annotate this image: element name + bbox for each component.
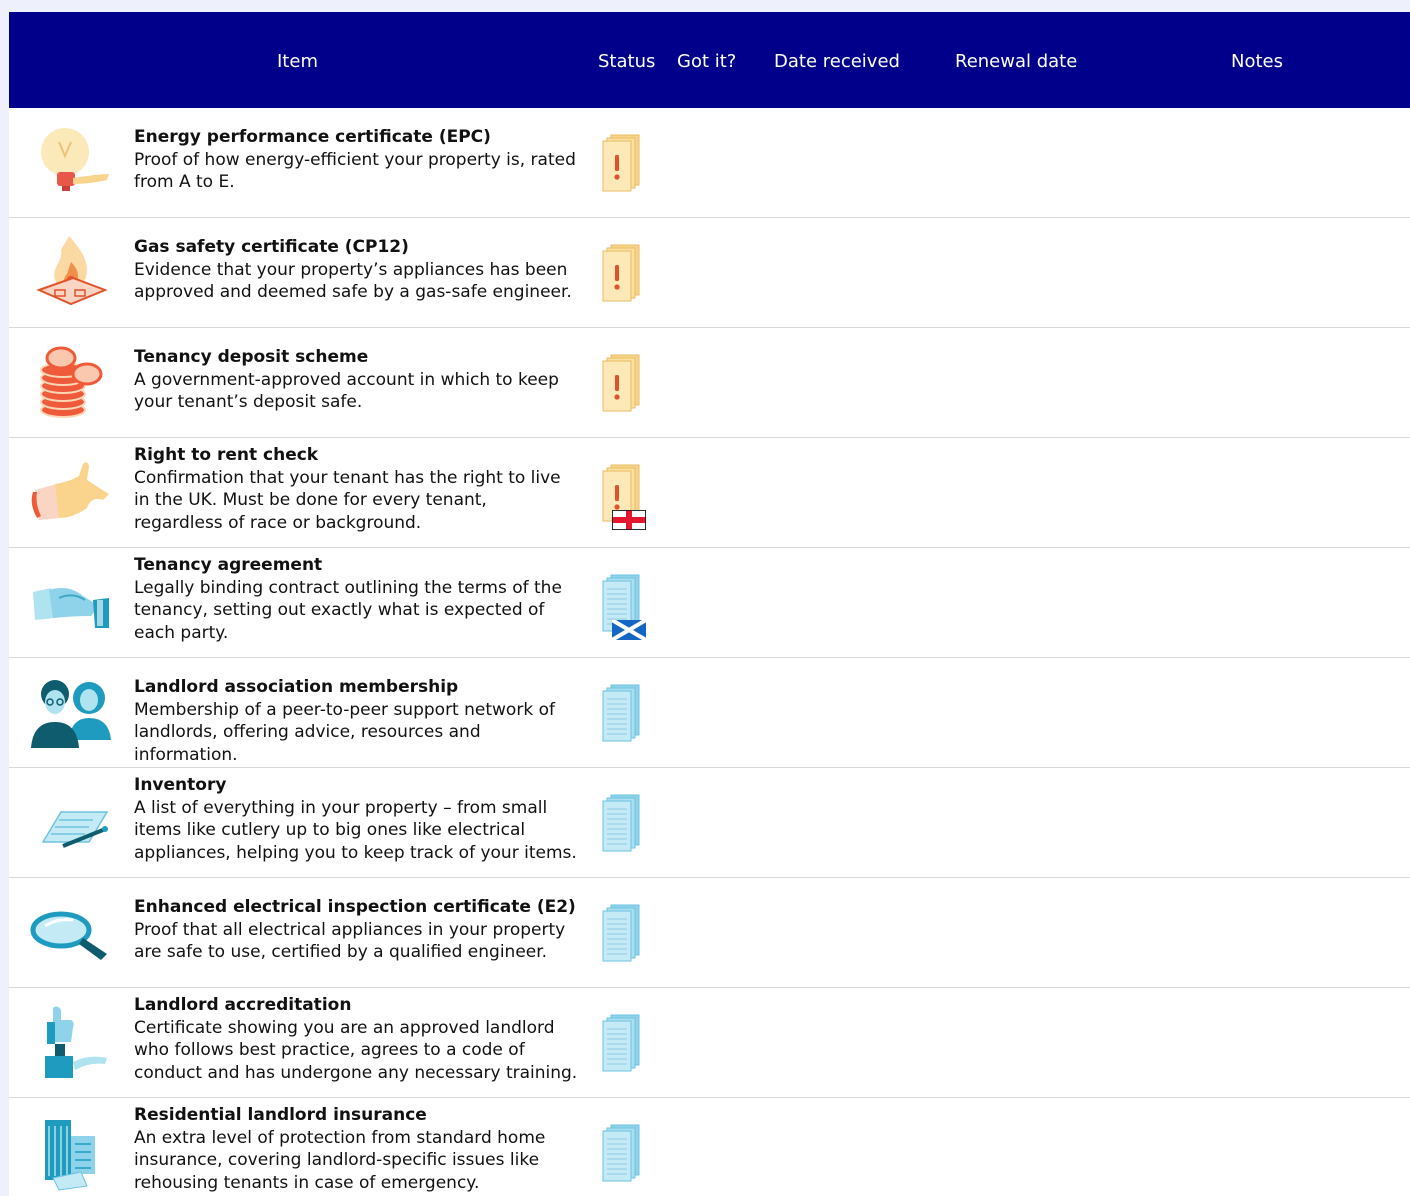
status-ok-icon [597,1013,643,1073]
status-ok-icon [597,793,643,853]
gas-flame-icon [29,232,111,312]
status-warning-icon [597,353,643,413]
table-row: Energy performance certificate (EPC) Pro… [9,108,1410,218]
table-header: Item Status Got it? Date received Renewa… [9,12,1410,108]
thumbs-up-icon [29,1002,111,1082]
table-row: Residential landlord insurance An extra … [9,1098,1410,1196]
row-title: Energy performance certificate (EPC) [134,127,491,147]
status-ok-icon [597,683,643,743]
row-description: Proof that all electrical appliances in … [134,919,566,963]
table-row: Gas safety certificate (CP12) Evidence t… [9,218,1410,328]
row-text: Energy performance certificate (EPC) Pro… [134,126,579,194]
magnifier-icon [29,892,111,972]
lightbulb-icon [29,122,111,202]
row-title: Gas safety certificate (CP12) [134,237,409,257]
row-text: Gas safety certificate (CP12) Evidence t… [134,236,579,304]
header-got-it: Got it? [677,51,737,72]
status-warning-icon [597,243,643,303]
people-icon [29,672,111,752]
row-text: Landlord association membership Membersh… [134,676,579,766]
status-ok-icon [597,1123,643,1183]
header-item: Item [277,51,318,72]
scotland-flag-icon [610,618,648,642]
row-title: Landlord accreditation [134,995,352,1015]
row-description: Proof of how energy-efficient your prope… [134,149,576,193]
checklist-table: Item Status Got it? Date received Renewa… [9,12,1410,1196]
row-text: Residential landlord insurance An extra … [134,1104,579,1194]
checklist-icon [29,782,111,862]
row-text: Inventory A list of everything in your p… [134,774,579,864]
row-title: Residential landlord insurance [134,1105,427,1125]
row-description: Evidence that your property’s appliances… [134,259,572,303]
row-text: Tenancy deposit scheme A government-appr… [134,346,579,414]
table-row: Enhanced electrical inspection certifica… [9,878,1410,988]
status-ok-icon [597,903,643,963]
england-flag-icon [611,509,647,531]
row-description: Membership of a peer-to-peer support net… [134,699,555,765]
handshake-icon [29,562,111,642]
row-description: An extra level of protection from standa… [134,1127,546,1193]
table-row: Inventory A list of everything in your p… [9,768,1410,878]
table-row: Right to rent check Confirmation that yo… [9,438,1410,548]
row-description: A government-approved account in which t… [134,369,559,413]
hand-icon [29,452,111,532]
table-row: Tenancy deposit scheme A government-appr… [9,328,1410,438]
row-title: Tenancy deposit scheme [134,347,369,367]
row-description: A list of everything in your property – … [134,797,577,863]
row-text: Tenancy agreement Legally binding contra… [134,554,579,644]
coins-icon [29,342,111,422]
row-title: Right to rent check [134,445,319,465]
status-warning-icon [597,133,643,193]
row-description: Confirmation that your tenant has the ri… [134,467,561,533]
row-description: Legally binding contract outlining the t… [134,577,562,643]
buildings-icon [29,1112,111,1192]
row-text: Enhanced electrical inspection certifica… [134,896,579,964]
table-row: Landlord accreditation Certificate showi… [9,988,1410,1098]
row-description: Certificate showing you are an approved … [134,1017,578,1083]
header-renewal-date: Renewal date [955,51,1078,72]
table-row: Tenancy agreement Legally binding contra… [9,548,1410,658]
header-notes: Notes [1231,51,1283,72]
row-title: Inventory [134,775,227,795]
header-date-received: Date received [774,51,900,72]
row-text: Landlord accreditation Certificate showi… [134,994,579,1084]
header-status: Status [598,51,656,72]
table-row: Landlord association membership Membersh… [9,658,1410,768]
row-title: Enhanced electrical inspection certifica… [134,897,576,917]
row-text: Right to rent check Confirmation that yo… [134,444,579,534]
row-title: Tenancy agreement [134,555,323,575]
row-title: Landlord association membership [134,677,459,697]
